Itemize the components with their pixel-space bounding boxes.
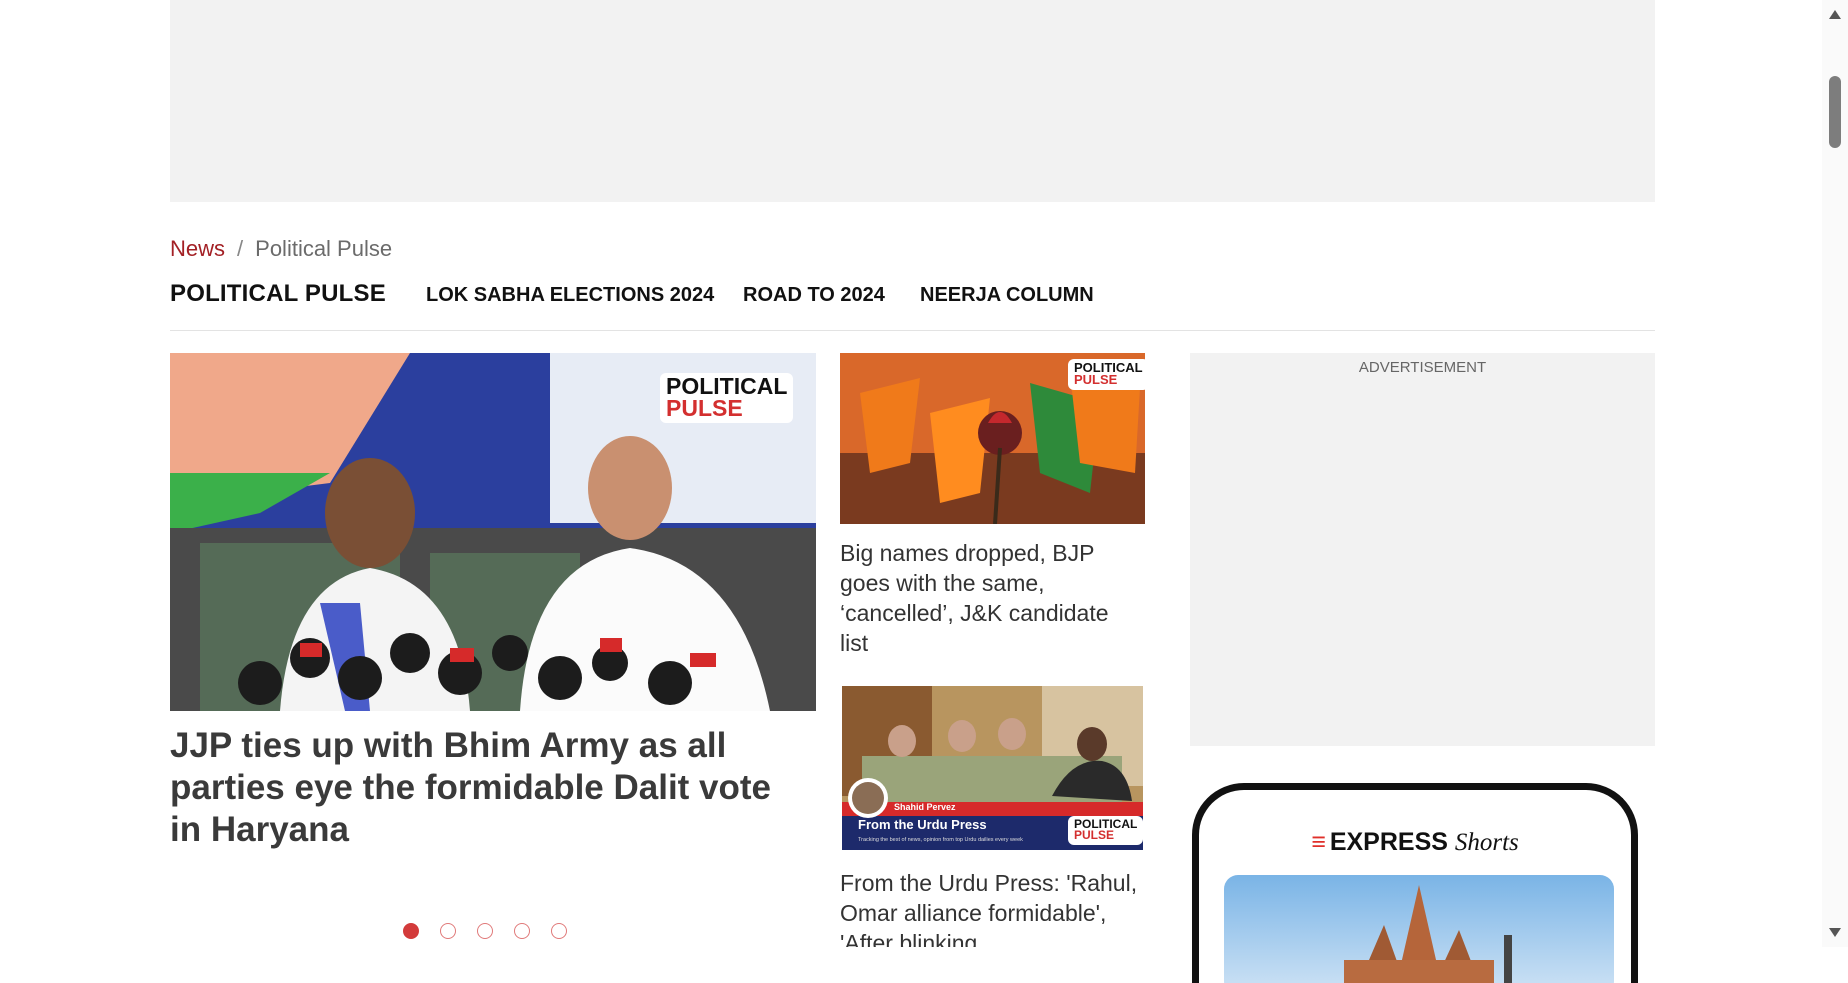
political-pulse-badge: POLITICAL PULSE	[660, 373, 794, 423]
top-ad-slot	[170, 0, 1655, 202]
political-pulse-badge: POLITICAL PULSE	[1068, 359, 1145, 390]
shorts-thumbnail[interactable]	[1224, 875, 1614, 983]
urdu-press-banner-sub: Tracking the best of news, opinion from …	[858, 837, 1023, 843]
scroll-down-icon[interactable]	[1829, 928, 1841, 937]
section-title[interactable]: POLITICAL PULSE	[170, 280, 386, 308]
breadcrumb: News / Political Pulse	[170, 236, 392, 262]
scroll-up-icon[interactable]	[1829, 10, 1841, 19]
nav-item-road-to-2024[interactable]: ROAD TO 2024	[743, 284, 885, 307]
sidebar-ad-slot: ADVERTISEMENT	[1190, 353, 1655, 746]
carousel-dots	[403, 923, 567, 939]
breadcrumb-news-link[interactable]: News	[170, 236, 225, 261]
carousel-dot-1[interactable]	[403, 923, 419, 939]
carousel-dot-2[interactable]	[440, 923, 456, 939]
express-shorts-widget[interactable]: ≡ EXPRESS Shorts	[1192, 783, 1638, 983]
page-scrollbar[interactable]	[1822, 0, 1848, 947]
advertisement-label: ADVERTISEMENT	[1358, 359, 1487, 376]
express-logo-icon: ≡	[1311, 828, 1326, 856]
express-shorts-logo: ≡ EXPRESS Shorts	[1311, 828, 1519, 856]
political-pulse-badge: POLITICAL PULSE	[1068, 816, 1143, 845]
carousel-dot-4[interactable]	[514, 923, 530, 939]
author-name: Shahid Pervez	[894, 802, 956, 812]
scroll-thumb[interactable]	[1829, 76, 1841, 148]
breadcrumb-separator: /	[237, 236, 244, 261]
urdu-press-banner: From the Urdu Press	[858, 817, 987, 832]
card-headline-urdu-press[interactable]: From the Urdu Press: 'Rahul, Omar allian…	[840, 868, 1140, 947]
hero-image[interactable]: POLITICAL PULSE	[170, 353, 816, 711]
nav-item-neerja-column[interactable]: NEERJA COLUMN	[920, 284, 1094, 307]
carousel-dot-3[interactable]	[477, 923, 493, 939]
card-image-bjp-rally[interactable]: POLITICAL PULSE	[840, 353, 1145, 524]
nav-item-lok-sabha-elections[interactable]: LOK SABHA ELECTIONS 2024	[426, 284, 714, 307]
card-image-urdu-press[interactable]: Shahid Pervez From the Urdu Press Tracki…	[842, 686, 1143, 850]
section-subnav: POLITICAL PULSE LOK SABHA ELECTIONS 2024…	[170, 280, 1655, 331]
carousel-dot-5[interactable]	[551, 923, 567, 939]
breadcrumb-current: Political Pulse	[255, 236, 393, 261]
hero-headline[interactable]: JJP ties up with Bhim Army as all partie…	[170, 725, 790, 851]
card-headline-bjp-list[interactable]: Big names dropped, BJP goes with the sam…	[840, 538, 1140, 658]
